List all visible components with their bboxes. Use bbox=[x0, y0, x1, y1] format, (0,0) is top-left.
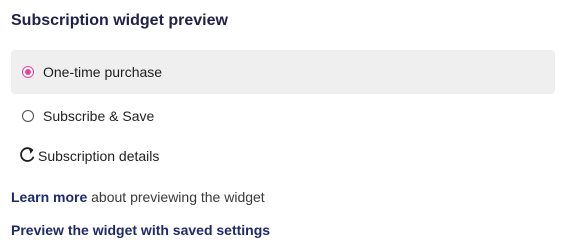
subscription-details-toggle[interactable]: Subscription details bbox=[18, 145, 159, 164]
option-subscribe-and-save-label: Subscribe & Save bbox=[43, 108, 155, 124]
radio-selected-dot bbox=[25, 69, 31, 75]
option-subscribe-and-save[interactable]: Subscribe & Save bbox=[11, 94, 555, 138]
page-title: Subscription widget preview bbox=[11, 12, 228, 29]
radio-subscribe-and-save[interactable] bbox=[22, 110, 34, 122]
learn-more-suffix: about previewing the widget bbox=[87, 189, 265, 205]
refresh-icon bbox=[18, 146, 36, 164]
learn-more-line: Learn more about previewing the widget bbox=[11, 189, 265, 205]
preview-saved-settings-link[interactable]: Preview the widget with saved settings bbox=[11, 222, 270, 238]
subscription-details-label: Subscription details bbox=[38, 148, 160, 164]
option-one-time-purchase[interactable]: One-time purchase bbox=[11, 50, 555, 94]
radio-one-time-purchase[interactable] bbox=[22, 66, 34, 78]
option-one-time-purchase-label: One-time purchase bbox=[43, 64, 163, 80]
learn-more-link[interactable]: Learn more bbox=[11, 189, 87, 205]
